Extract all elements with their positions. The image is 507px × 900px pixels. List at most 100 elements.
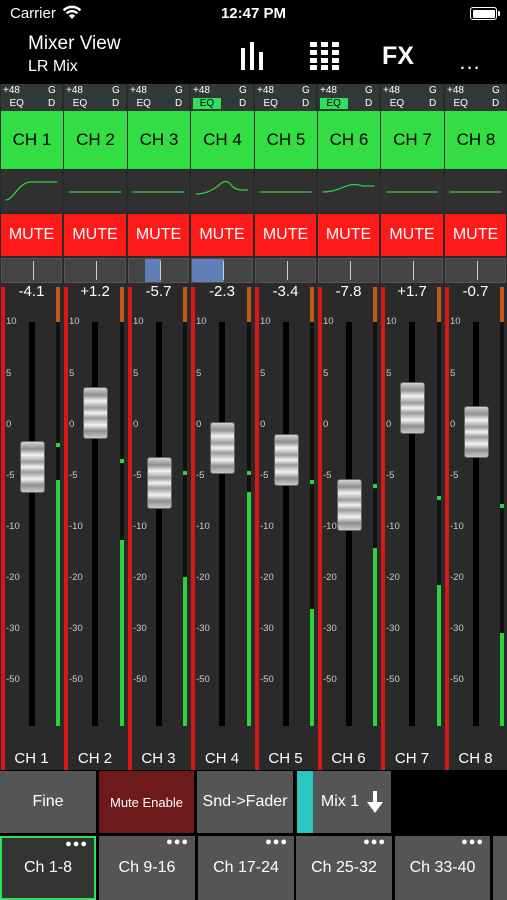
dynamics-toggle[interactable]: D <box>365 98 372 109</box>
strip-divider <box>64 287 68 770</box>
gate-label[interactable]: G <box>429 85 437 96</box>
eq-toggle[interactable]: EQ <box>320 98 348 109</box>
grid-view-button[interactable] <box>305 36 345 76</box>
eq-curve[interactable] <box>318 170 379 212</box>
bank-options-icon[interactable]: ●●● <box>265 837 288 848</box>
level-meter <box>437 322 441 726</box>
bank-options-icon[interactable]: ●●● <box>461 837 484 848</box>
mute-button[interactable]: MUTE <box>445 214 506 256</box>
phantom-power-label[interactable]: +48 <box>447 85 464 96</box>
channel-select-button[interactable]: CH 2 <box>63 111 127 169</box>
channel-select-button[interactable]: CH 4 <box>190 111 254 169</box>
phantom-power-label[interactable]: +48 <box>3 85 20 96</box>
channel-select-button[interactable]: CH 6 <box>317 111 380 169</box>
dynamics-toggle[interactable]: D <box>302 98 309 109</box>
fader-knob[interactable] <box>273 433 299 486</box>
fader-value: -5.7 <box>145 283 172 300</box>
phantom-power-label[interactable]: +48 <box>130 85 147 96</box>
gate-label[interactable]: G <box>239 85 247 96</box>
pan-slider[interactable] <box>318 258 379 283</box>
channel-select-button[interactable]: CH 7 <box>380 111 444 169</box>
gate-label[interactable]: G <box>302 85 310 96</box>
eq-toggle[interactable]: EQ <box>193 98 221 109</box>
bank-button[interactable]: Ch 33-40 ●●● <box>395 836 490 900</box>
eq-toggle[interactable]: EQ <box>3 98 31 109</box>
eq-toggle[interactable]: EQ <box>383 98 411 109</box>
channel-select-button[interactable]: CH 1 <box>0 111 63 169</box>
level-meter <box>120 322 124 726</box>
channel-select-button[interactable]: CH 8 <box>444 111 507 169</box>
eq-curve[interactable] <box>64 170 126 212</box>
pan-slider[interactable] <box>191 258 253 283</box>
gate-label[interactable]: G <box>112 85 120 96</box>
phantom-power-label[interactable]: +48 <box>320 85 337 96</box>
fader-knob[interactable] <box>463 406 489 459</box>
fine-button[interactable]: Fine <box>0 771 96 833</box>
eq-curve[interactable] <box>445 170 506 212</box>
fader-knob[interactable] <box>400 381 425 434</box>
meters-button[interactable] <box>232 36 272 76</box>
mute-button[interactable]: MUTE <box>381 214 443 256</box>
dynamics-toggle[interactable]: D <box>492 98 499 109</box>
gate-label[interactable]: G <box>492 85 500 96</box>
bank-button[interactable]: Ch 9-16 ●●● <box>99 836 195 900</box>
bank-button-partial[interactable] <box>493 836 507 900</box>
bank-options-icon[interactable]: ●●● <box>166 837 189 848</box>
scale-tick: 5 <box>386 368 392 379</box>
eq-curve[interactable] <box>381 170 443 212</box>
pan-slider[interactable] <box>128 258 189 283</box>
scale-tick: -20 <box>133 572 147 583</box>
mute-button[interactable]: MUTE <box>64 214 126 256</box>
mix-select-button[interactable]: Mix 1 <box>313 771 391 833</box>
dynamics-toggle[interactable]: D <box>175 98 182 109</box>
phantom-power-label[interactable]: +48 <box>193 85 210 96</box>
eq-toggle[interactable]: EQ <box>447 98 475 109</box>
mute-button[interactable]: MUTE <box>1 214 62 256</box>
channel-select-button[interactable]: CH 5 <box>254 111 317 169</box>
gate-label[interactable]: G <box>365 85 373 96</box>
channel-select-button[interactable]: CH 3 <box>127 111 190 169</box>
dynamics-toggle[interactable]: D <box>239 98 246 109</box>
eq-curve[interactable] <box>128 170 189 212</box>
pan-slider[interactable] <box>1 258 62 283</box>
pan-center-mark <box>476 261 478 280</box>
bank-button[interactable]: Ch 25-32 ●●● <box>296 836 392 900</box>
mute-button[interactable]: MUTE <box>191 214 253 256</box>
fader-knob[interactable] <box>19 440 45 493</box>
phantom-power-label[interactable]: +48 <box>257 85 274 96</box>
eq-toggle[interactable]: EQ <box>66 98 94 109</box>
bank-button[interactable]: Ch 1-8 ●●● <box>0 836 96 900</box>
pan-slider[interactable] <box>445 258 506 283</box>
mute-enable-button[interactable]: Mute Enable <box>99 771 194 833</box>
eq-curve[interactable] <box>255 170 316 212</box>
bank-options-icon[interactable]: ●●● <box>65 839 88 850</box>
dynamics-toggle[interactable]: D <box>429 98 436 109</box>
channel-name: CH 7 <box>394 750 430 767</box>
dynamics-toggle[interactable]: D <box>48 98 55 109</box>
pan-slider[interactable] <box>381 258 443 283</box>
phantom-power-label[interactable]: +48 <box>66 85 83 96</box>
dynamics-toggle[interactable]: D <box>112 98 119 109</box>
scale-tick: -50 <box>450 674 464 685</box>
mute-button[interactable]: MUTE <box>128 214 189 256</box>
bank-options-icon[interactable]: ●●● <box>363 837 386 848</box>
mute-button[interactable]: MUTE <box>255 214 316 256</box>
bank-button[interactable]: Ch 17-24 ●●● <box>198 836 294 900</box>
fader-knob[interactable] <box>210 422 235 475</box>
eq-curve[interactable] <box>191 170 253 212</box>
gate-label[interactable]: G <box>48 85 56 96</box>
eq-curve[interactable] <box>1 170 62 212</box>
pan-slider[interactable] <box>64 258 126 283</box>
fx-button[interactable]: FX <box>376 36 420 76</box>
pan-slider[interactable] <box>255 258 316 283</box>
more-menu-button[interactable]: ... <box>452 42 488 82</box>
send-to-fader-button[interactable]: Snd->Fader <box>197 771 293 833</box>
fader-knob[interactable] <box>83 386 108 439</box>
mute-button[interactable]: MUTE <box>318 214 379 256</box>
gate-label[interactable]: G <box>175 85 183 96</box>
phantom-power-label[interactable]: +48 <box>383 85 400 96</box>
fader-knob[interactable] <box>336 478 362 531</box>
fader-knob[interactable] <box>146 457 172 510</box>
eq-toggle[interactable]: EQ <box>130 98 158 109</box>
eq-toggle[interactable]: EQ <box>257 98 285 109</box>
